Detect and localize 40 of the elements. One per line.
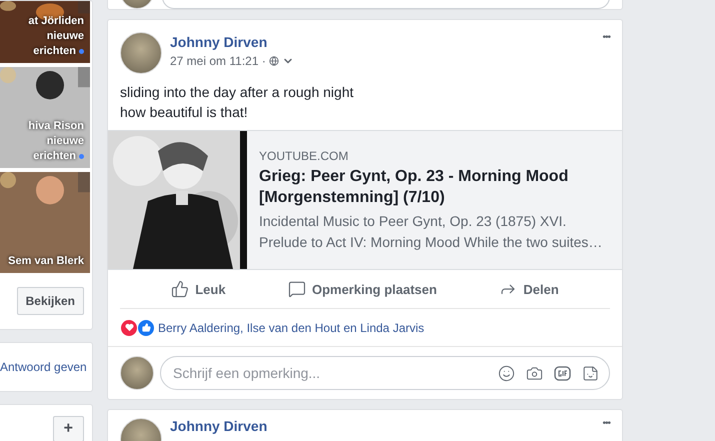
link-title[interactable]: Grieg: Peer Gynt, Op. 23 - Morning Mood [Morgenstemning] (7/10): [259, 166, 612, 208]
unread-dot: [79, 154, 84, 159]
more-button[interactable]: •••: [602, 32, 610, 43]
globe-icon: [268, 56, 279, 66]
emoji-icon[interactable]: [498, 364, 515, 382]
link-domain: YOUTUBE.COM: [259, 149, 350, 163]
story-name: hiva Rison: [28, 119, 84, 134]
share-button[interactable]: Delen: [493, 279, 565, 299]
story-label: nieuwe: [46, 134, 84, 149]
story-label: nieuwe: [46, 29, 84, 44]
view-button[interactable]: Bekijken: [16, 287, 84, 315]
comment-button[interactable]: Opmerking plaatsen: [282, 279, 443, 299]
comment-input[interactable]: Schrijf een opmerking...: [171, 364, 498, 382]
avatar: [120, 356, 154, 390]
more-button[interactable]: •••: [602, 418, 610, 429]
link-preview[interactable]: YOUTUBE.COM Grieg: Peer Gynt, Op. 23 - Morning Mood [Morgenstemning] (7/10) Incidental Music to Peer Gynt, Op. 23 (1875) XVI. Prelude to Act IV: Morning Mood While the two suites…: [108, 130, 622, 270]
speech-bubble-icon: [288, 280, 306, 298]
gif-icon[interactable]: [554, 366, 571, 380]
add-button[interactable]: +: [52, 416, 84, 441]
thumbs-up-icon: [171, 280, 190, 298]
author-name[interactable]: Johnny Dirven: [170, 418, 594, 434]
avatar: [120, 32, 162, 74]
reply-link[interactable]: Antwoord geven: [0, 343, 92, 391]
story-label: erichten: [33, 44, 84, 59]
story-tile[interactable]: Sem van Blerk: [0, 172, 90, 273]
camera-icon[interactable]: [526, 364, 543, 382]
sticker-icon[interactable]: [582, 364, 599, 382]
story-name: at Jörliden: [28, 14, 84, 29]
story-tile[interactable]: at Jörliden nieuwe erichten: [0, 1, 90, 63]
post-text: sliding into the day after a rough night: [120, 83, 354, 102]
link-description: Incidental Music to Peer Gynt, Op. 23 (1875) XVI. Prelude to Act IV: Morning Mood While the two suites…: [259, 212, 604, 252]
post-time[interactable]: 27 mei om 11:21 ·: [170, 54, 266, 68]
post-text: how beautiful is that!: [120, 103, 249, 122]
story-name: Sem van Blerk: [8, 254, 84, 269]
like-button[interactable]: Leuk: [165, 279, 232, 299]
reaction-names[interactable]: Berry Aaldering, Ilse van den Hout en Linda Jarvis: [158, 320, 424, 334]
unread-dot: [79, 49, 84, 54]
story-label: erichten: [33, 149, 84, 164]
author-name[interactable]: Johnny Dirven: [170, 34, 594, 50]
comment-field[interactable]: Schrijf een opmerking...: [160, 356, 610, 390]
